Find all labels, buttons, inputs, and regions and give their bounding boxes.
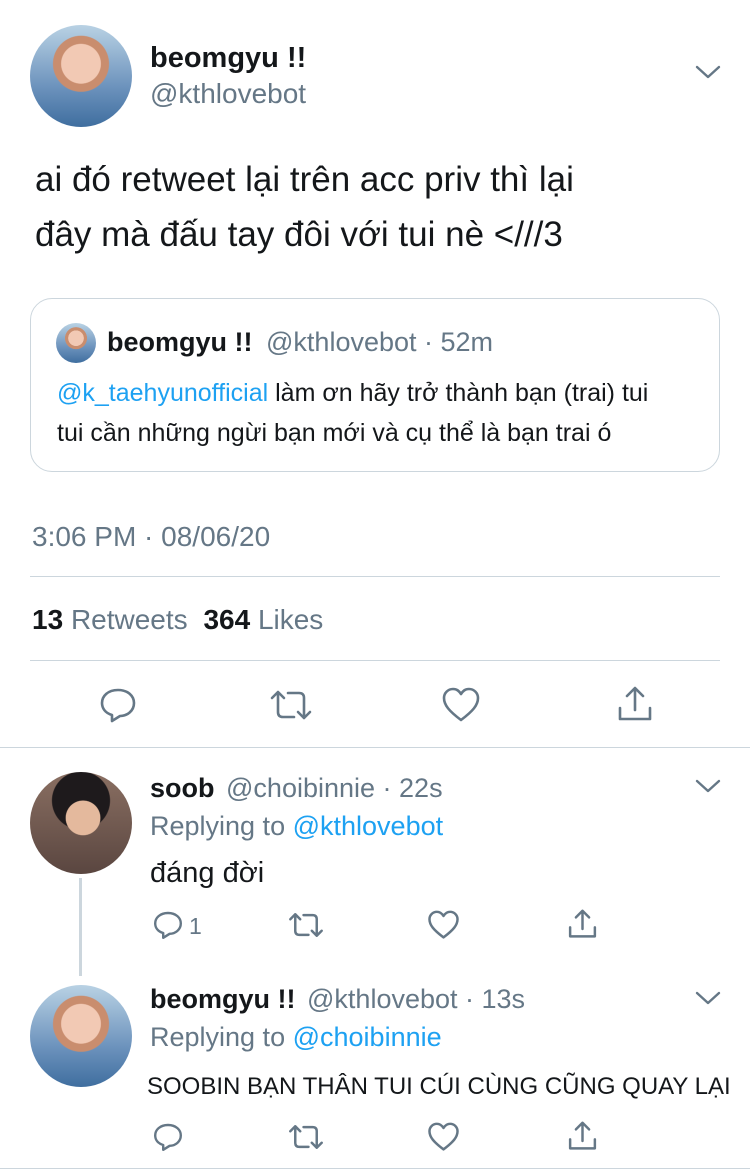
retweet-icon[interactable] xyxy=(287,909,325,941)
quoted-text-line-1: làm ơn hãy trở thành bạn (trai) tui xyxy=(268,379,649,407)
section-divider xyxy=(0,747,750,748)
reply-count: 1 xyxy=(189,913,202,939)
time: · 22s xyxy=(382,773,443,803)
like-stat[interactable]: 364 Likes xyxy=(203,604,323,635)
handle[interactable]: @kthlovebot xyxy=(150,78,306,110)
display-name[interactable]: soob xyxy=(150,773,215,803)
reply-icon[interactable] xyxy=(152,909,184,941)
quoted-time: · 52m xyxy=(424,327,494,357)
avatar[interactable] xyxy=(30,25,132,127)
mention-link[interactable]: @k_taehyunofficial xyxy=(57,379,268,407)
share-icon[interactable] xyxy=(566,907,599,941)
reply-text: SOOBIN BẠN THÂN TUI CÚI CÙNG CŨNG QUAY L… xyxy=(147,1073,731,1100)
replying-to-link[interactable]: @choibinnie xyxy=(293,1022,442,1052)
like-icon[interactable] xyxy=(427,1121,460,1153)
replying-prefix: Replying to xyxy=(150,811,286,841)
avatar[interactable] xyxy=(30,985,132,1087)
avatar xyxy=(56,323,96,363)
tweet-text-line-1: ai đó retweet lại trên acc priv thì lại xyxy=(35,160,574,199)
reply-text: đáng đời xyxy=(150,857,265,889)
quoted-display-name: beomgyu !! xyxy=(107,327,253,357)
avatar[interactable] xyxy=(30,772,132,874)
reply-icon[interactable] xyxy=(98,686,138,724)
share-icon[interactable] xyxy=(615,684,655,724)
retweet-stat[interactable]: 13 Retweets xyxy=(32,604,195,635)
bottom-divider xyxy=(0,1168,750,1169)
replying-to-link[interactable]: @kthlovebot xyxy=(293,811,444,841)
retweet-icon[interactable] xyxy=(268,686,314,724)
divider xyxy=(30,660,720,661)
retweet-icon[interactable] xyxy=(287,1121,325,1153)
divider xyxy=(30,576,720,577)
chevron-down-icon[interactable] xyxy=(694,62,722,82)
display-name[interactable]: beomgyu !! xyxy=(150,984,296,1014)
like-label: Likes xyxy=(257,604,324,635)
tweet-text-line-2: đây mà đấu tay đôi với tui nè <///3 xyxy=(35,215,563,254)
time: · 13s xyxy=(465,984,526,1014)
engagement-stats: 13 Retweets 364 Likes xyxy=(32,604,323,636)
quoted-tweet-card[interactable]: beomgyu !! @kthlovebot · 52m @k_taehyuno… xyxy=(30,298,720,472)
timestamp[interactable]: 3:06 PM · 08/06/20 xyxy=(32,521,270,553)
replying-prefix: Replying to xyxy=(150,1022,286,1052)
like-icon[interactable] xyxy=(441,686,481,724)
share-icon[interactable] xyxy=(566,1119,599,1153)
like-icon[interactable] xyxy=(427,909,460,941)
handle[interactable]: @choibinnie xyxy=(226,773,375,803)
chevron-down-icon[interactable] xyxy=(694,776,722,796)
thread-line xyxy=(79,878,82,976)
handle[interactable]: @kthlovebot xyxy=(307,984,458,1014)
retweet-count: 13 xyxy=(32,604,64,635)
like-count: 364 xyxy=(203,604,251,635)
reply-icon[interactable] xyxy=(152,1121,184,1153)
quoted-handle: @kthlovebot xyxy=(266,327,417,357)
retweet-label: Retweets xyxy=(70,604,188,635)
chevron-down-icon[interactable] xyxy=(694,988,722,1008)
quoted-text-line-2: tui cần những ngừi bạn mới và cụ thể là … xyxy=(57,419,612,447)
display-name[interactable]: beomgyu !! xyxy=(150,42,306,75)
